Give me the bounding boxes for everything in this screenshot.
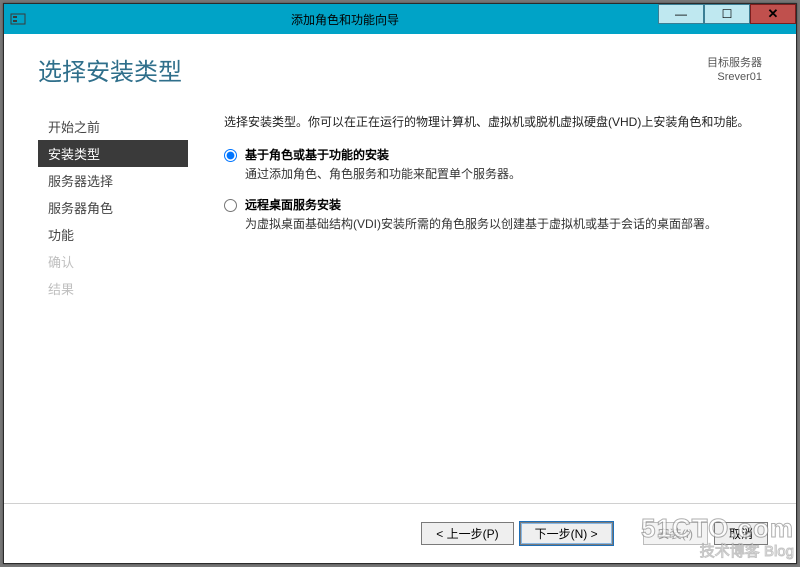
wizard-footer: < 上一步(P) 下一步(N) > 安装(I) 取消 bbox=[4, 503, 796, 563]
window-title: 添加角色和功能向导 bbox=[32, 11, 658, 28]
option-role-based-desc: 通过添加角色、角色服务和功能来配置单个服务器。 bbox=[245, 165, 521, 182]
option-rds-title: 远程桌面服务安装 bbox=[245, 196, 717, 213]
nav-features[interactable]: 功能 bbox=[38, 221, 188, 248]
close-icon: ✕ bbox=[768, 6, 779, 22]
titlebar: 添加角色和功能向导 — ☐ ✕ bbox=[4, 4, 796, 34]
nav-server-selection[interactable]: 服务器选择 bbox=[38, 167, 188, 194]
wizard-window: 添加角色和功能向导 — ☐ ✕ 选择安装类型 目标服务器 Srever01 开始… bbox=[3, 3, 797, 564]
radio-role-based[interactable] bbox=[224, 149, 237, 162]
option-role-based-title: 基于角色或基于功能的安装 bbox=[245, 146, 521, 163]
window-buttons: — ☐ ✕ bbox=[658, 4, 796, 34]
nav-server-roles[interactable]: 服务器角色 bbox=[38, 194, 188, 221]
wizard-content: 选择安装类型。你可以在正在运行的物理计算机、虚拟机或脱机虚拟硬盘(VHD)上安装… bbox=[188, 103, 762, 302]
nav-before-you-begin[interactable]: 开始之前 bbox=[38, 113, 188, 140]
cancel-button[interactable]: 取消 bbox=[714, 522, 768, 545]
intro-text: 选择安装类型。你可以在正在运行的物理计算机、虚拟机或脱机虚拟硬盘(VHD)上安装… bbox=[224, 113, 762, 130]
wizard-nav: 开始之前 安装类型 服务器选择 服务器角色 功能 确认 结果 bbox=[38, 103, 188, 302]
target-server-value: Srever01 bbox=[707, 70, 762, 84]
server-manager-icon bbox=[10, 11, 26, 27]
target-server-box: 目标服务器 Srever01 bbox=[707, 52, 762, 84]
next-button[interactable]: 下一步(N) > bbox=[520, 522, 613, 545]
header: 选择安装类型 目标服务器 Srever01 bbox=[4, 34, 796, 95]
option-role-based[interactable]: 基于角色或基于功能的安装 通过添加角色、角色服务和功能来配置单个服务器。 bbox=[224, 146, 762, 182]
minimize-button[interactable]: — bbox=[658, 4, 704, 24]
nav-confirmation: 确认 bbox=[38, 248, 188, 275]
prev-button[interactable]: < 上一步(P) bbox=[421, 522, 513, 545]
wizard-body: 开始之前 安装类型 服务器选择 服务器角色 功能 确认 结果 选择安装类型。你可… bbox=[4, 95, 796, 302]
minimize-icon: — bbox=[675, 7, 687, 21]
option-rds-desc: 为虚拟桌面基础结构(VDI)安装所需的角色服务以创建基于虚拟机或基于会话的桌面部… bbox=[245, 215, 717, 232]
maximize-button[interactable]: ☐ bbox=[704, 4, 750, 24]
option-rds[interactable]: 远程桌面服务安装 为虚拟桌面基础结构(VDI)安装所需的角色服务以创建基于虚拟机… bbox=[224, 196, 762, 232]
page-title: 选择安装类型 bbox=[38, 52, 707, 87]
install-button: 安装(I) bbox=[643, 522, 708, 545]
maximize-icon: ☐ bbox=[722, 7, 733, 21]
nav-install-type[interactable]: 安装类型 bbox=[38, 140, 188, 167]
close-button[interactable]: ✕ bbox=[750, 4, 796, 24]
radio-rds[interactable] bbox=[224, 199, 237, 212]
nav-results: 结果 bbox=[38, 275, 188, 302]
target-server-label: 目标服务器 bbox=[707, 56, 762, 70]
app-icon bbox=[4, 11, 32, 27]
